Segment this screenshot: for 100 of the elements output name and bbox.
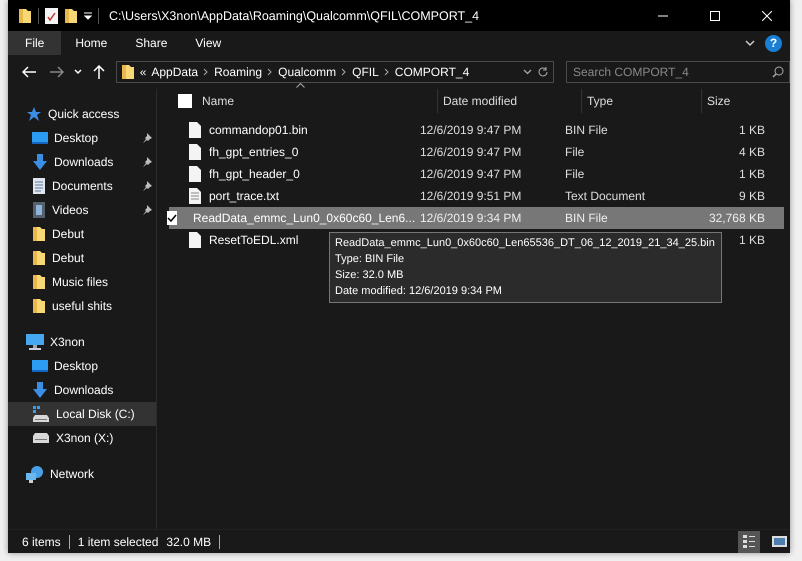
select-all-checkbox[interactable] [178,94,192,108]
folder-icon [32,250,46,266]
drive-icon [32,433,50,443]
address-bar[interactable]: « AppData Roaming Qualcomm QFIL COMPORT_4 [116,61,554,83]
file-name: fh_gpt_header_0 [209,167,300,181]
column-header[interactable]: Name [202,94,234,108]
tooltip-line: ReadData_emmc_Lun0_0x60c60_Len65536_DT_06_12_2019_21_34_25.bin [335,236,715,251]
chevron-icon [203,68,210,76]
properties-icon[interactable] [45,8,58,24]
date-modified: 12/6/2019 9:34 PM [420,211,522,225]
folder-icon [32,298,46,314]
breadcrumb[interactable]: AppData [151,65,198,79]
breadcrumb[interactable]: COMPORT_4 [394,65,470,79]
date-modified: 12/6/2019 9:47 PM [420,123,522,137]
column-header[interactable]: Type [587,94,614,108]
search-icon [772,66,784,78]
file-name: port_trace.txt [209,189,280,203]
nav-item[interactable]: useful shits [8,294,156,318]
file-row[interactable]: port_trace.txt 12/6/2019 9:51 PM Text Document 9 KB [169,185,784,207]
new-folder-icon [64,8,78,24]
tooltip-line: Date modified: 12/6/2019 9:34 PM [335,284,503,299]
dropdown-icon[interactable] [522,69,532,75]
chevron-icon [384,68,390,76]
nav-item[interactable]: Debut [8,222,156,246]
file-size: 9 KB [738,189,765,203]
nav-item[interactable]: Downloads [8,150,156,174]
row-checkbox[interactable] [167,211,177,225]
ribbon-tab[interactable]: Home [61,31,122,55]
computer-icon [26,334,44,350]
file-type: File [565,167,584,181]
breadcrumb[interactable]: QFIL [352,65,379,79]
down-arrow-icon [32,154,48,170]
folder-icon [120,64,135,80]
file-icon [189,122,201,138]
file-row[interactable]: fh_gpt_entries_0 12/6/2019 9:47 PM File 4 KB [169,141,784,163]
recent-locations-icon[interactable] [74,69,82,75]
nav-item[interactable]: Debut [8,246,156,270]
chevron-icon [267,68,274,76]
ribbon-tab[interactable]: File [8,31,62,55]
file-size: 32,768 KB [708,211,765,225]
nav-item[interactable]: Desktop [8,126,156,150]
maximize-icon[interactable] [710,10,720,20]
nav-item[interactable]: Music files [8,270,156,294]
nav-item[interactable]: Videos [8,198,156,222]
file-type: Text Document [565,189,646,203]
file-name: ResetToEDL.xml [209,233,298,247]
file-size: 1 KB [738,167,765,181]
file-name: ReadData_emmc_Lun0_0x60c60_Len6... [193,211,416,225]
desktop-icon [32,359,48,373]
item-count: 6 items [22,534,61,548]
folder-icon [32,274,46,290]
network-icon [26,465,44,483]
down-arrow-icon [32,382,48,398]
star-icon [26,106,42,122]
back-arrow-icon[interactable] [22,66,36,78]
file-name: fh_gpt_entries_0 [209,145,298,159]
date-modified: 12/6/2019 9:51 PM [420,189,522,203]
selection-size: 32.0 MB [166,534,212,548]
forward-arrow-icon[interactable] [50,66,64,78]
nav-item[interactable]: Documents [8,174,156,198]
document-icon [32,178,46,194]
nav-item[interactable]: Quick access [8,102,156,126]
file-row[interactable]: ReadData_emmc_Lun0_0x60c60_Len6... 12/6/2019 9:34 PM BIN File 32,768 KB [169,207,784,229]
film-icon [32,202,46,218]
tooltip-line: Type: BIN File [335,252,406,267]
help-button[interactable]: ? [765,34,782,52]
folder-icon [18,8,32,24]
date-modified: 12/6/2019 9:47 PM [420,145,522,159]
ribbon-tab[interactable]: View [181,31,236,55]
file-type: BIN File [565,123,608,137]
refresh-icon[interactable] [536,66,549,78]
file-icon [189,232,201,248]
window-title: C:\Users\X3non\AppData\Roaming\Qualcomm\QFIL\COMPORT_4 [109,8,480,22]
file-row[interactable]: commandop01.bin 12/6/2019 9:47 PM BIN File 1 KB [169,119,784,141]
expand-ribbon-icon[interactable] [745,40,755,46]
file-type: File [565,145,584,159]
tooltip-line: Size: 32.0 MB [335,268,404,283]
close-icon[interactable] [762,10,772,20]
nav-item[interactable]: X3non (X:) [8,426,156,450]
sort-caret-icon [296,83,305,88]
file-name: commandop01.bin [209,123,308,137]
overflow-chevron[interactable]: « [140,65,146,79]
nav-item[interactable]: X3non [8,330,156,354]
nav-item[interactable]: Local Disk (C:) [8,402,156,426]
file-icon [189,166,201,182]
breadcrumb[interactable]: Qualcomm [278,65,336,79]
search-field[interactable]: Search COMPORT_4 [566,61,790,83]
nav-item[interactable]: Desktop [8,354,156,378]
chevron-icon [341,68,348,76]
folder-icon [32,226,46,242]
drive-icon [32,406,50,422]
breadcrumb[interactable]: Roaming [214,65,262,79]
column-header[interactable]: Date modified [443,94,518,108]
file-row[interactable]: fh_gpt_header_0 12/6/2019 9:47 PM File 1 KB [169,163,784,185]
nav-item[interactable]: Downloads [8,378,156,402]
file-type: BIN File [565,211,608,225]
column-header[interactable]: Size [707,94,730,108]
nav-item[interactable]: Network [8,462,156,486]
ribbon-tab[interactable]: Share [121,31,182,55]
up-arrow-icon[interactable] [92,65,105,79]
